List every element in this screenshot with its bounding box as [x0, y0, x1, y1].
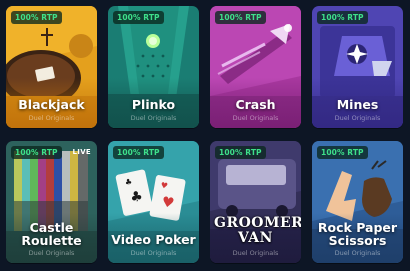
game-title: Blackjack [18, 97, 85, 112]
game-title: Rock Paper Scissors [312, 221, 403, 247]
game-title: Crash [235, 97, 276, 112]
game-card-crash[interactable]: 100% RTP Crash Duel Originals [210, 6, 301, 128]
game-grid: 100% RTP Blackjack Duel Originals 100% R… [0, 0, 410, 271]
game-card-plinko[interactable]: 100% RTP Plinko Duel Originals [108, 6, 199, 128]
rtp-badge: 100% RTP [317, 146, 368, 159]
game-card-castle-roulette[interactable]: 100% RTP LIVE Castle Roulette Duel Origi… [6, 141, 97, 263]
rtp-badge: 100% RTP [215, 11, 266, 24]
game-subtitle: Duel Originals [130, 249, 177, 257]
game-title-line2: Scissors [328, 233, 387, 248]
game-subtitle: Duel Originals [334, 249, 381, 257]
game-card-mines[interactable]: 100% RTP Mines Duel Originals [312, 6, 403, 128]
game-title: Plinko [131, 97, 176, 112]
game-subtitle: Duel Originals [28, 249, 75, 257]
game-title: Castle Roulette [6, 221, 97, 247]
game-card-blackjack[interactable]: 100% RTP Blackjack Duel Originals [6, 6, 97, 128]
game-subtitle: Duel Originals [28, 114, 75, 122]
rtp-badge: 100% RTP [113, 146, 164, 159]
rtp-badge: 100% RTP [11, 146, 62, 159]
live-badge: LIVE [72, 148, 91, 156]
game-card-video-poker[interactable]: ♣ ♣ ♥ ♥ 100% RTP Video Poker Duel Origin… [108, 141, 199, 263]
game-subtitle: Duel Originals [334, 114, 381, 122]
game-subtitle: Duel Originals [130, 114, 177, 122]
game-subtitle: Duel Originals [232, 114, 279, 122]
groomers-van-logo: GROOMER'S VAN [214, 215, 301, 246]
rtp-badge: 100% RTP [11, 11, 62, 24]
game-card-groomers-van[interactable]: 100% RTP GROOMER'S VAN Duel Originals [210, 141, 301, 263]
rtp-badge: 100% RTP [215, 146, 266, 159]
game-subtitle: Duel Originals [232, 249, 279, 257]
rtp-badge: 100% RTP [317, 11, 368, 24]
game-title: Mines [336, 97, 379, 112]
game-title: Video Poker [111, 232, 196, 247]
rtp-badge: 100% RTP [113, 11, 164, 24]
game-title-line2: Roulette [21, 233, 82, 248]
game-card-rock-paper-scissors[interactable]: 100% RTP Rock Paper Scissors Duel Origin… [312, 141, 403, 263]
